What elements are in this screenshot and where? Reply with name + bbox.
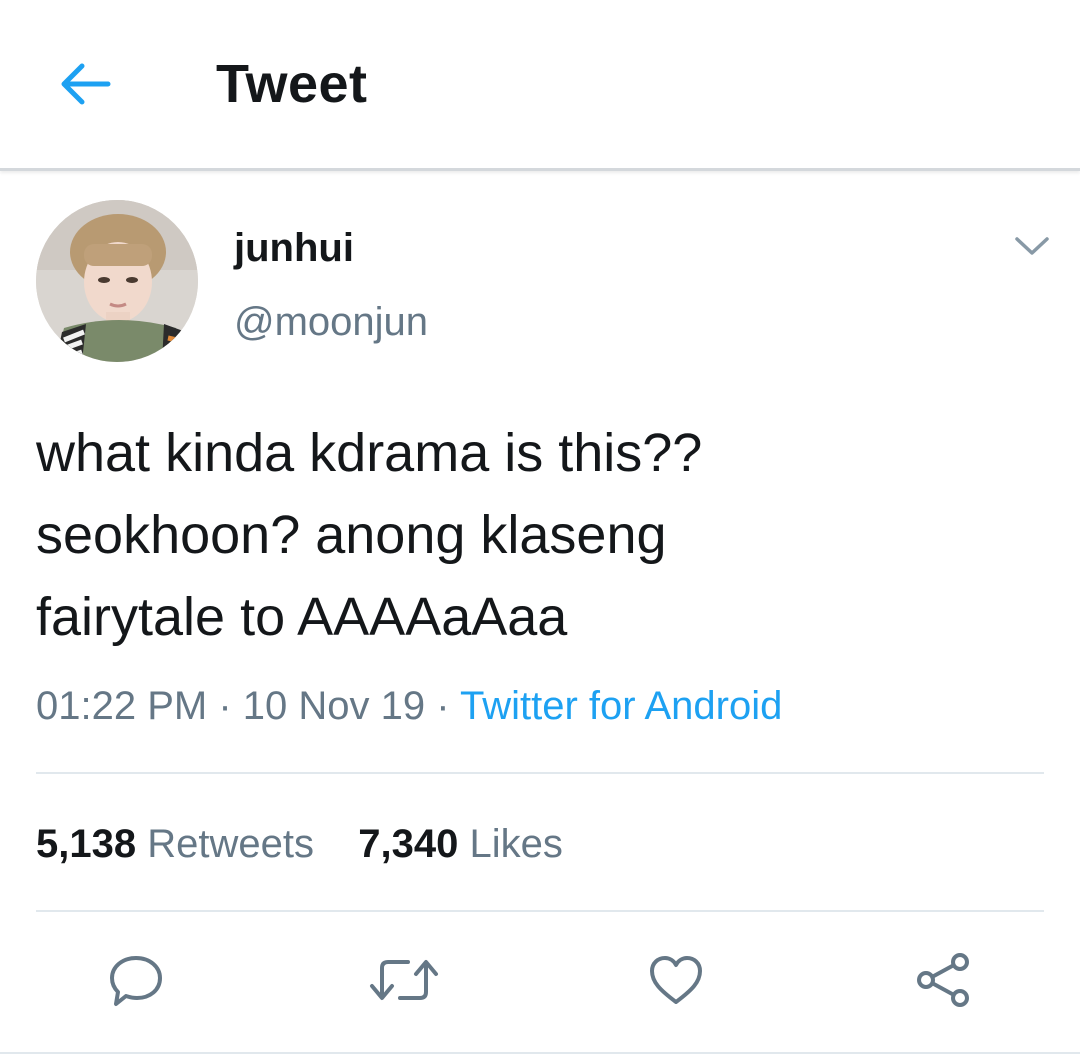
share-icon bbox=[917, 953, 969, 1007]
reply-button[interactable] bbox=[96, 940, 176, 1020]
tweet-options-button[interactable] bbox=[1008, 226, 1056, 266]
tweet-time: 01:22 PM bbox=[36, 684, 208, 728]
retweet-icon bbox=[370, 960, 438, 1000]
tweet-text-line: fairytale to AAAAaAaa bbox=[36, 587, 568, 647]
page-title: Tweet bbox=[216, 54, 368, 114]
tweet-text-line: seokhoon? anong klaseng bbox=[36, 505, 667, 565]
meta-separator: · bbox=[218, 684, 232, 728]
retweet-button[interactable] bbox=[364, 940, 444, 1020]
tweet-text-line: what kinda kdrama is this?? bbox=[36, 423, 703, 483]
tweet-text: what kinda kdrama is this?? seokhoon? an… bbox=[36, 412, 1036, 658]
back-button[interactable] bbox=[50, 52, 120, 116]
divider bbox=[36, 772, 1044, 774]
bottom-border bbox=[0, 1052, 1080, 1054]
likes-label: Likes bbox=[469, 822, 563, 866]
author-display-name[interactable]: junhui bbox=[234, 222, 354, 274]
arrow-left-icon bbox=[61, 63, 111, 105]
avatar[interactable] bbox=[36, 200, 198, 362]
chevron-down-icon bbox=[1015, 237, 1049, 255]
retweets-label: Retweets bbox=[147, 822, 314, 866]
tweet-date: 10 Nov 19 bbox=[242, 684, 426, 728]
profile-photo bbox=[36, 200, 198, 362]
likes-count: 7,340 bbox=[358, 822, 459, 866]
retweets-stat[interactable]: 5,138 Retweets bbox=[36, 818, 314, 870]
retweets-count: 5,138 bbox=[36, 822, 137, 866]
tweet-meta: 01:22 PM · 10 Nov 19 · Twitter for Andro… bbox=[36, 680, 782, 732]
divider bbox=[36, 910, 1044, 912]
share-button[interactable] bbox=[904, 940, 984, 1020]
likes-stat[interactable]: 7,340 Likes bbox=[358, 818, 563, 870]
reply-icon bbox=[110, 956, 162, 1006]
tweet-source-link[interactable]: Twitter for Android bbox=[460, 684, 782, 728]
tweet-action-bar bbox=[0, 940, 1080, 1020]
tweet-stats: 5,138 Retweets 7,340 Likes bbox=[36, 818, 563, 870]
top-app-bar: Tweet bbox=[0, 0, 1080, 171]
author-handle[interactable]: @moonjun bbox=[234, 296, 428, 348]
heart-icon bbox=[650, 956, 702, 1004]
like-button[interactable] bbox=[636, 940, 716, 1020]
meta-separator: · bbox=[436, 684, 450, 728]
